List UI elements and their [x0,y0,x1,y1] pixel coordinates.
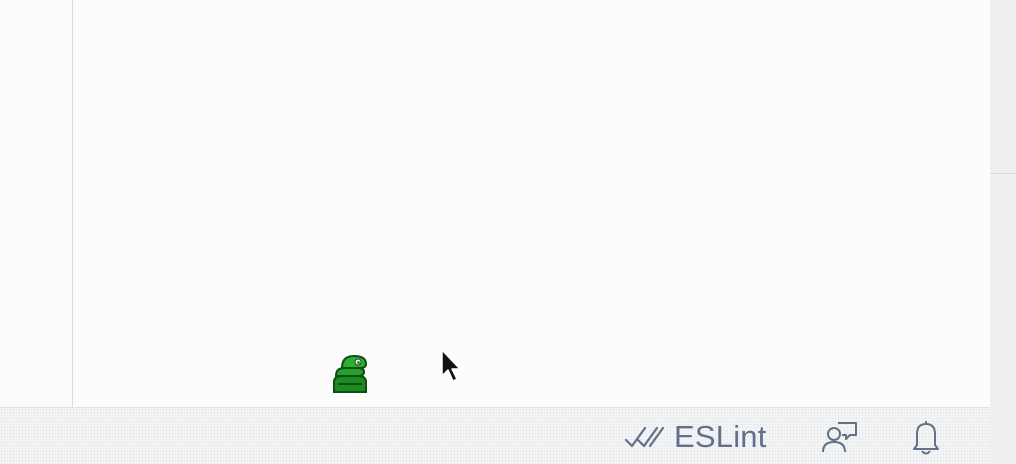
feedback-button[interactable] [820,408,860,464]
editor-area[interactable] [73,0,990,407]
notifications-button[interactable] [908,408,944,464]
app-window: ESLint [0,0,991,464]
eslint-label: ESLint [674,418,767,454]
person-feedback-icon [822,421,857,452]
eslint-status-button[interactable]: ESLint [624,408,767,464]
green-snake-icon [333,354,368,393]
double-check-icon [624,426,665,447]
adjacent-window-edge [990,0,1016,464]
sidebar-panel [0,0,73,407]
status-bar: ESLint [0,407,990,464]
divider [990,173,1016,174]
mouse-pointer-icon [441,349,461,382]
bell-icon [913,420,939,454]
